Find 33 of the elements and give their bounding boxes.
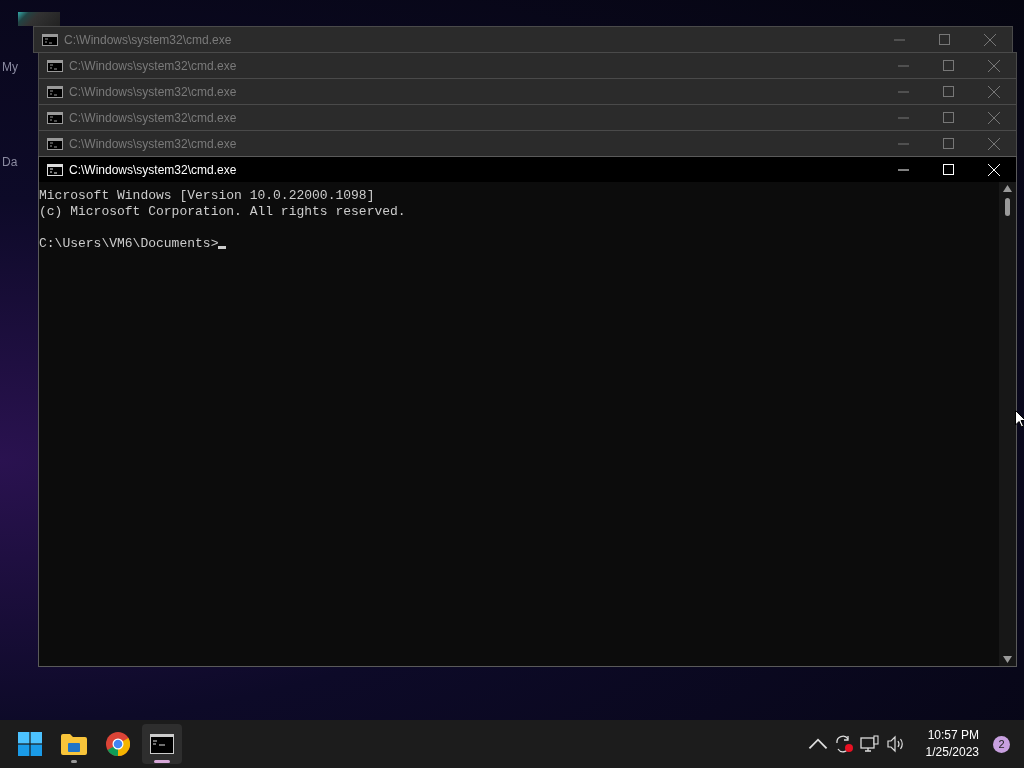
console-line: (c) Microsoft Corporation. All rights reserved. (39, 204, 406, 219)
volume-icon[interactable] (885, 735, 906, 753)
desktop-icon[interactable] (18, 12, 60, 26)
clock-date[interactable]: 1/25/2023 (925, 744, 979, 761)
window-title: C:\Windows\system32\cmd.exe (69, 162, 238, 177)
window-title: C:\Windows\system32\cmd.exe (69, 110, 238, 125)
console-icon (47, 163, 63, 176)
window-title: C:\Windows\system32\cmd.exe (69, 58, 238, 73)
console-icon (47, 85, 63, 98)
terminal-icon[interactable] (150, 734, 174, 754)
start-icon[interactable] (18, 732, 42, 756)
desktop-label: My (2, 60, 18, 74)
desktop-label: Da (2, 155, 18, 169)
window-title: C:\Windows\system32\cmd.exe (69, 136, 238, 151)
console-icon (47, 111, 63, 124)
folder-icon[interactable] (61, 733, 87, 755)
console-icon (47, 137, 63, 150)
scroll-down-icon[interactable] (1003, 656, 1012, 663)
scroll-up-icon[interactable] (1003, 185, 1012, 192)
console-line: Microsoft Windows [Version 10.0.22000.1098] (39, 188, 375, 203)
console-icon (42, 33, 58, 46)
network-icon[interactable] (859, 735, 880, 753)
console-icon (47, 59, 63, 72)
text-cursor (218, 246, 227, 249)
notification-badge[interactable]: 2 (993, 735, 1010, 753)
command-prompt: C:\Users\VM6\Documents> (39, 236, 219, 251)
browser-icon[interactable] (106, 732, 130, 756)
sync-icon[interactable] (833, 735, 854, 753)
clock-time[interactable]: 10:57 PM (927, 727, 979, 744)
scrollbar[interactable] (999, 182, 1016, 666)
window-title: C:\Windows\system32\cmd.exe (69, 84, 238, 99)
scroll-thumb[interactable] (1005, 198, 1010, 216)
window-title: C:\Windows\system32\cmd.exe (64, 32, 233, 47)
